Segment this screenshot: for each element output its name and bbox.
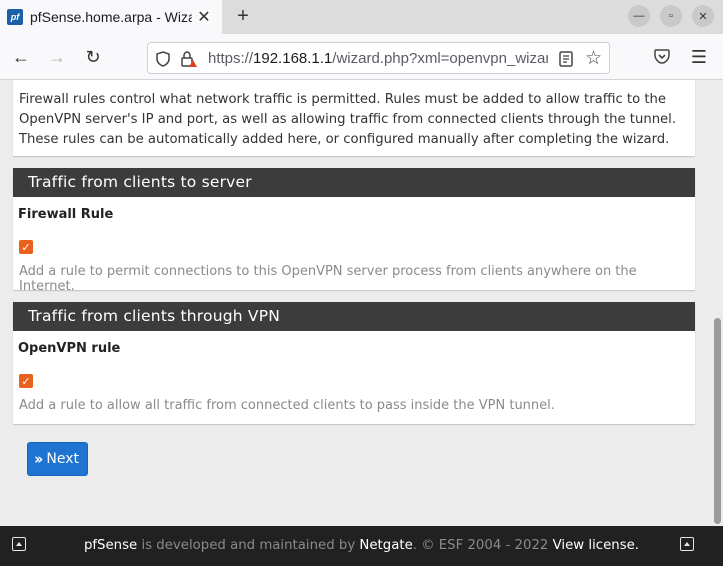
pfsense-favicon-icon: pf [7, 9, 23, 25]
section-clients-through-vpn: Traffic from clients through VPN OpenVPN… [13, 302, 695, 424]
scroll-top-right-icon[interactable] [680, 537, 694, 551]
next-button-label: Next [46, 451, 79, 467]
close-tab-icon[interactable]: ✕ [195, 8, 213, 26]
scrollbar[interactable] [712, 80, 723, 526]
forward-icon[interactable]: → [46, 46, 68, 68]
navigation-bar: ← → ↻ https://192.168.1.1/wizard.php?xml… [0, 34, 723, 80]
url-path: /wizard.php?xml=openvpn_wizard.xml [332, 50, 548, 67]
minimize-icon[interactable]: — [628, 5, 650, 27]
footer: pfSense is developed and maintained by N… [0, 526, 723, 566]
reader-view-icon[interactable] [559, 51, 573, 67]
url-prefix: https:// [208, 50, 254, 67]
close-window-icon[interactable]: ✕ [692, 5, 714, 27]
section-title: Traffic from clients to server [13, 168, 695, 197]
bookmark-star-icon[interactable]: ☆ [585, 47, 602, 70]
next-button[interactable]: ›› Next [27, 442, 88, 476]
footer-license-link[interactable]: View license. [553, 538, 639, 553]
browser-tab[interactable]: pf pfSense.home.arpa - Wizard ✕ [0, 0, 222, 34]
shield-icon[interactable] [156, 51, 170, 67]
help-text: Add a rule to permit connections to this… [19, 264, 637, 294]
footer-text-2: . © ESF 2004 - 2022 [412, 538, 553, 553]
footer-text: pfSense is developed and maintained by N… [0, 538, 723, 553]
section-title: Traffic from clients through VPN [13, 302, 695, 331]
intro-text: Firewall rules control what network traf… [19, 92, 677, 147]
lock-warning-icon[interactable] [180, 50, 198, 68]
tab-title: pfSense.home.arpa - Wizard [30, 9, 192, 25]
url-text[interactable]: https://192.168.1.1/wizard.php?xml=openv… [208, 50, 548, 67]
openvpn-rule-checkbox[interactable]: ✓ [19, 374, 33, 388]
footer-company-link[interactable]: Netgate [359, 538, 412, 553]
field-label: OpenVPN rule [18, 341, 121, 356]
section-clients-to-server: Traffic from clients to server Firewall … [13, 168, 695, 294]
firewall-rule-checkbox[interactable]: ✓ [19, 240, 33, 254]
footer-brand-link[interactable]: pfSense [84, 538, 137, 553]
url-host: 192.168.1.1 [253, 50, 333, 67]
field-label: Firewall Rule [18, 207, 114, 222]
maximize-icon[interactable]: ▫ [660, 5, 682, 27]
reload-icon[interactable]: ↻ [82, 46, 104, 68]
menu-icon[interactable]: ☰ [688, 46, 710, 68]
url-bar[interactable]: https://192.168.1.1/wizard.php?xml=openv… [147, 42, 610, 74]
double-chevron-right-icon: ›› [34, 450, 44, 468]
footer-text-1: is developed and maintained by [137, 538, 360, 553]
help-text: Add a rule to allow all traffic from con… [19, 398, 555, 413]
page-content: Firewall rules control what network traf… [0, 80, 712, 526]
pocket-icon[interactable] [654, 49, 670, 64]
scrollbar-thumb[interactable] [714, 318, 721, 524]
new-tab-icon[interactable]: + [232, 5, 254, 27]
tab-bar: pf pfSense.home.arpa - Wizard ✕ + — ▫ ✕ [0, 0, 723, 34]
back-icon[interactable]: ← [10, 46, 32, 68]
intro-panel: Firewall rules control what network traf… [13, 80, 695, 156]
